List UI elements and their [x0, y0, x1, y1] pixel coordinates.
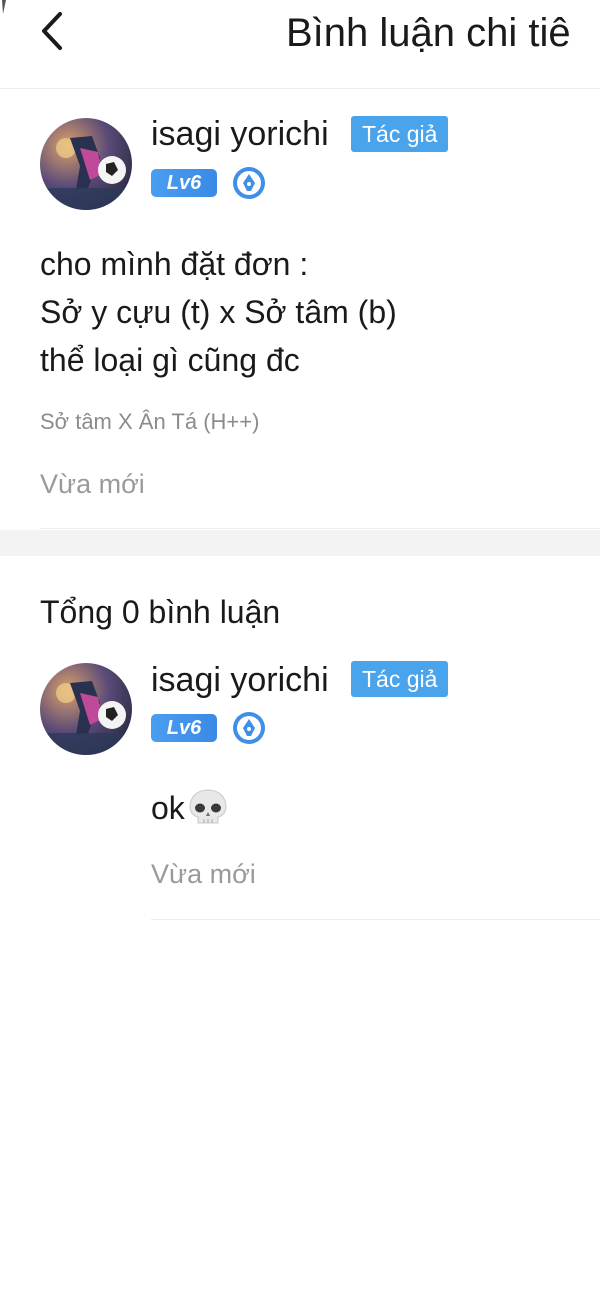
comment-timestamp: Vừa mới — [151, 859, 256, 889]
avatar-image — [40, 663, 132, 755]
post-timestamp: Vừa mới — [40, 469, 145, 499]
pen-nib-icon — [233, 167, 265, 199]
post-line: Sở y cựu (t) x Sở tâm (b) — [40, 294, 397, 330]
divider — [40, 528, 600, 529]
level-badge: Lv6 — [151, 714, 217, 742]
section-separator — [0, 530, 600, 556]
skull-icon — [189, 789, 227, 824]
page-title: Bình luận chi tiê — [286, 11, 571, 55]
comment-text: ok — [151, 786, 230, 830]
comment-body: ok — [151, 790, 185, 826]
author-badge: Tác giả — [351, 661, 449, 697]
post-line: cho mình đặt đơn : — [40, 246, 309, 282]
pen-nib-badge — [232, 711, 266, 745]
post-username[interactable]: isagi yorichi — [151, 114, 329, 154]
comment-count-label: Tổng 0 bình luận — [40, 594, 281, 630]
post-tag-link[interactable]: Sở tâm X Ân Tá (H++) — [40, 407, 259, 437]
pen-nib-icon — [233, 712, 265, 744]
back-button[interactable] — [36, 6, 80, 56]
level-badge: Lv6 — [151, 169, 217, 197]
divider — [151, 919, 600, 920]
pen-nib-badge — [232, 166, 266, 200]
author-badge: Tác giả — [351, 116, 449, 152]
chevron-left-icon — [42, 12, 62, 50]
comment-username[interactable]: isagi yorichi — [151, 660, 329, 700]
post-line: thể loại gì cũng đc — [40, 342, 300, 378]
avatar[interactable] — [40, 118, 132, 210]
avatar[interactable] — [40, 663, 132, 755]
top-bar: Bình luận chi tiê — [0, 0, 600, 89]
post-content: cho mình đặt đơn : Sở y cựu (t) x Sở tâm… — [40, 240, 397, 384]
avatar-image — [40, 118, 132, 210]
